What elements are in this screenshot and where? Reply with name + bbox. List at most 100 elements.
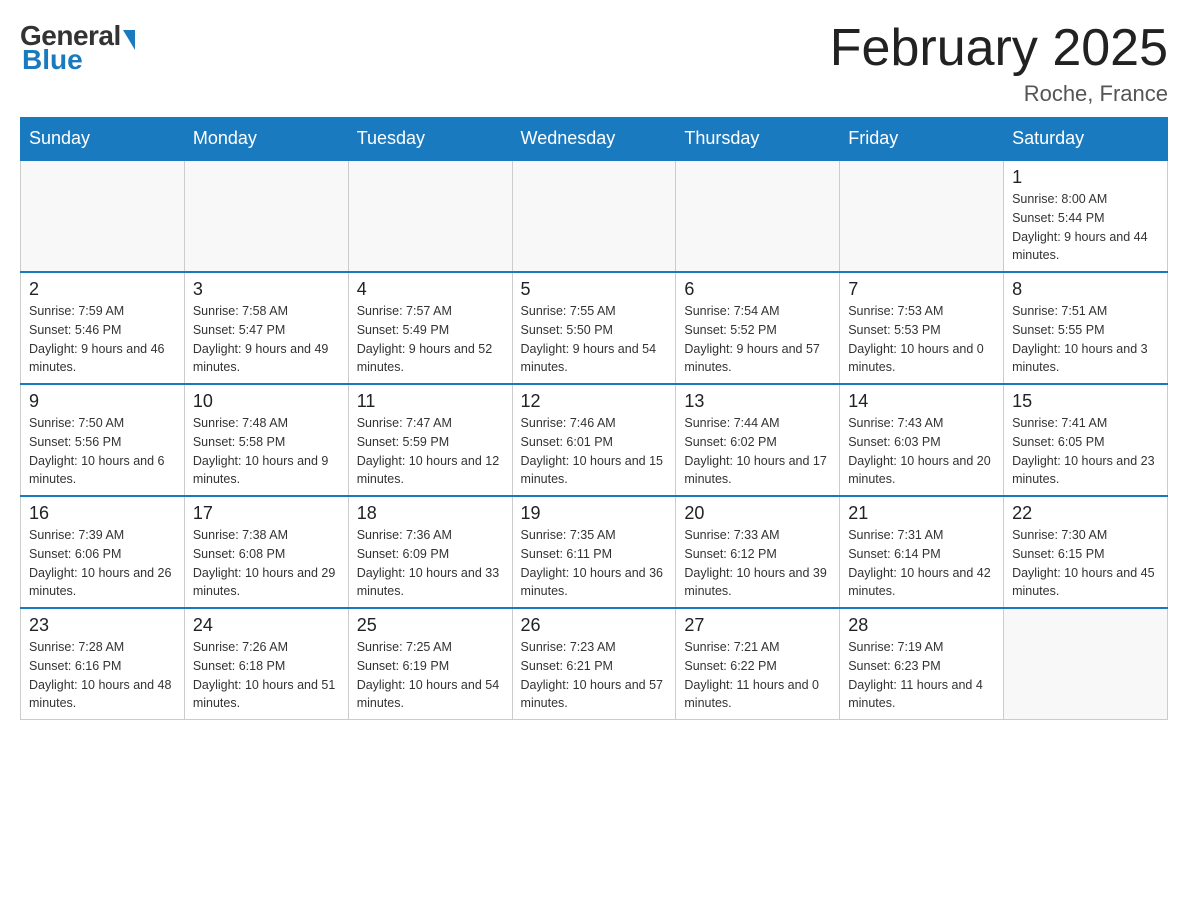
calendar-cell: 28Sunrise: 7:19 AMSunset: 6:23 PMDayligh…	[840, 608, 1004, 720]
calendar-cell	[512, 160, 676, 272]
day-number: 15	[1012, 391, 1159, 412]
day-number: 20	[684, 503, 831, 524]
day-number: 10	[193, 391, 340, 412]
logo: General Blue	[20, 20, 135, 76]
logo-arrow-icon	[123, 30, 135, 50]
calendar-cell	[676, 160, 840, 272]
day-info: Sunrise: 7:47 AMSunset: 5:59 PMDaylight:…	[357, 414, 504, 489]
day-number: 6	[684, 279, 831, 300]
calendar-cell	[184, 160, 348, 272]
calendar-cell: 13Sunrise: 7:44 AMSunset: 6:02 PMDayligh…	[676, 384, 840, 496]
calendar-cell: 11Sunrise: 7:47 AMSunset: 5:59 PMDayligh…	[348, 384, 512, 496]
page-header: General Blue February 2025 Roche, France	[20, 20, 1168, 107]
calendar-cell: 16Sunrise: 7:39 AMSunset: 6:06 PMDayligh…	[21, 496, 185, 608]
col-friday: Friday	[840, 118, 1004, 161]
day-number: 13	[684, 391, 831, 412]
day-info: Sunrise: 7:35 AMSunset: 6:11 PMDaylight:…	[521, 526, 668, 601]
day-info: Sunrise: 7:28 AMSunset: 6:16 PMDaylight:…	[29, 638, 176, 713]
day-info: Sunrise: 7:55 AMSunset: 5:50 PMDaylight:…	[521, 302, 668, 377]
day-info: Sunrise: 7:57 AMSunset: 5:49 PMDaylight:…	[357, 302, 504, 377]
day-number: 26	[521, 615, 668, 636]
day-number: 12	[521, 391, 668, 412]
col-wednesday: Wednesday	[512, 118, 676, 161]
day-number: 25	[357, 615, 504, 636]
day-number: 7	[848, 279, 995, 300]
day-info: Sunrise: 7:39 AMSunset: 6:06 PMDaylight:…	[29, 526, 176, 601]
day-info: Sunrise: 7:38 AMSunset: 6:08 PMDaylight:…	[193, 526, 340, 601]
calendar-cell: 15Sunrise: 7:41 AMSunset: 6:05 PMDayligh…	[1004, 384, 1168, 496]
day-info: Sunrise: 7:36 AMSunset: 6:09 PMDaylight:…	[357, 526, 504, 601]
calendar-cell: 6Sunrise: 7:54 AMSunset: 5:52 PMDaylight…	[676, 272, 840, 384]
calendar-header-row: Sunday Monday Tuesday Wednesday Thursday…	[21, 118, 1168, 161]
day-number: 1	[1012, 167, 1159, 188]
calendar-cell: 1Sunrise: 8:00 AMSunset: 5:44 PMDaylight…	[1004, 160, 1168, 272]
calendar-cell	[840, 160, 1004, 272]
col-tuesday: Tuesday	[348, 118, 512, 161]
calendar-cell: 23Sunrise: 7:28 AMSunset: 6:16 PMDayligh…	[21, 608, 185, 720]
day-number: 5	[521, 279, 668, 300]
title-block: February 2025 Roche, France	[830, 20, 1168, 107]
calendar-week-row-2: 2Sunrise: 7:59 AMSunset: 5:46 PMDaylight…	[21, 272, 1168, 384]
day-info: Sunrise: 7:50 AMSunset: 5:56 PMDaylight:…	[29, 414, 176, 489]
day-info: Sunrise: 7:53 AMSunset: 5:53 PMDaylight:…	[848, 302, 995, 377]
calendar-cell: 8Sunrise: 7:51 AMSunset: 5:55 PMDaylight…	[1004, 272, 1168, 384]
calendar-cell: 24Sunrise: 7:26 AMSunset: 6:18 PMDayligh…	[184, 608, 348, 720]
calendar-cell: 17Sunrise: 7:38 AMSunset: 6:08 PMDayligh…	[184, 496, 348, 608]
calendar-cell: 9Sunrise: 7:50 AMSunset: 5:56 PMDaylight…	[21, 384, 185, 496]
col-saturday: Saturday	[1004, 118, 1168, 161]
day-info: Sunrise: 7:41 AMSunset: 6:05 PMDaylight:…	[1012, 414, 1159, 489]
calendar-cell: 18Sunrise: 7:36 AMSunset: 6:09 PMDayligh…	[348, 496, 512, 608]
calendar-cell: 26Sunrise: 7:23 AMSunset: 6:21 PMDayligh…	[512, 608, 676, 720]
calendar-cell: 3Sunrise: 7:58 AMSunset: 5:47 PMDaylight…	[184, 272, 348, 384]
calendar-cell: 4Sunrise: 7:57 AMSunset: 5:49 PMDaylight…	[348, 272, 512, 384]
day-number: 21	[848, 503, 995, 524]
day-info: Sunrise: 7:21 AMSunset: 6:22 PMDaylight:…	[684, 638, 831, 713]
calendar-cell: 22Sunrise: 7:30 AMSunset: 6:15 PMDayligh…	[1004, 496, 1168, 608]
calendar-week-row-3: 9Sunrise: 7:50 AMSunset: 5:56 PMDaylight…	[21, 384, 1168, 496]
calendar-cell	[348, 160, 512, 272]
day-number: 16	[29, 503, 176, 524]
col-thursday: Thursday	[676, 118, 840, 161]
day-info: Sunrise: 7:59 AMSunset: 5:46 PMDaylight:…	[29, 302, 176, 377]
day-number: 24	[193, 615, 340, 636]
calendar-cell: 21Sunrise: 7:31 AMSunset: 6:14 PMDayligh…	[840, 496, 1004, 608]
col-sunday: Sunday	[21, 118, 185, 161]
location: Roche, France	[830, 81, 1168, 107]
day-info: Sunrise: 7:31 AMSunset: 6:14 PMDaylight:…	[848, 526, 995, 601]
calendar-cell: 12Sunrise: 7:46 AMSunset: 6:01 PMDayligh…	[512, 384, 676, 496]
calendar-cell: 27Sunrise: 7:21 AMSunset: 6:22 PMDayligh…	[676, 608, 840, 720]
day-info: Sunrise: 7:43 AMSunset: 6:03 PMDaylight:…	[848, 414, 995, 489]
calendar-cell: 14Sunrise: 7:43 AMSunset: 6:03 PMDayligh…	[840, 384, 1004, 496]
day-info: Sunrise: 7:23 AMSunset: 6:21 PMDaylight:…	[521, 638, 668, 713]
day-info: Sunrise: 7:26 AMSunset: 6:18 PMDaylight:…	[193, 638, 340, 713]
day-info: Sunrise: 7:48 AMSunset: 5:58 PMDaylight:…	[193, 414, 340, 489]
day-info: Sunrise: 7:30 AMSunset: 6:15 PMDaylight:…	[1012, 526, 1159, 601]
day-number: 17	[193, 503, 340, 524]
col-monday: Monday	[184, 118, 348, 161]
day-number: 8	[1012, 279, 1159, 300]
day-number: 18	[357, 503, 504, 524]
day-number: 22	[1012, 503, 1159, 524]
day-number: 3	[193, 279, 340, 300]
day-info: Sunrise: 7:46 AMSunset: 6:01 PMDaylight:…	[521, 414, 668, 489]
logo-blue-text: Blue	[20, 44, 83, 76]
day-number: 9	[29, 391, 176, 412]
day-number: 14	[848, 391, 995, 412]
day-info: Sunrise: 7:25 AMSunset: 6:19 PMDaylight:…	[357, 638, 504, 713]
day-number: 2	[29, 279, 176, 300]
day-info: Sunrise: 7:58 AMSunset: 5:47 PMDaylight:…	[193, 302, 340, 377]
calendar-week-row-1: 1Sunrise: 8:00 AMSunset: 5:44 PMDaylight…	[21, 160, 1168, 272]
calendar-week-row-4: 16Sunrise: 7:39 AMSunset: 6:06 PMDayligh…	[21, 496, 1168, 608]
day-number: 27	[684, 615, 831, 636]
day-number: 4	[357, 279, 504, 300]
calendar-cell	[1004, 608, 1168, 720]
calendar-cell: 19Sunrise: 7:35 AMSunset: 6:11 PMDayligh…	[512, 496, 676, 608]
calendar-cell: 2Sunrise: 7:59 AMSunset: 5:46 PMDaylight…	[21, 272, 185, 384]
calendar-cell: 7Sunrise: 7:53 AMSunset: 5:53 PMDaylight…	[840, 272, 1004, 384]
calendar-cell: 25Sunrise: 7:25 AMSunset: 6:19 PMDayligh…	[348, 608, 512, 720]
day-info: Sunrise: 8:00 AMSunset: 5:44 PMDaylight:…	[1012, 190, 1159, 265]
day-info: Sunrise: 7:44 AMSunset: 6:02 PMDaylight:…	[684, 414, 831, 489]
day-number: 28	[848, 615, 995, 636]
day-number: 11	[357, 391, 504, 412]
day-info: Sunrise: 7:54 AMSunset: 5:52 PMDaylight:…	[684, 302, 831, 377]
